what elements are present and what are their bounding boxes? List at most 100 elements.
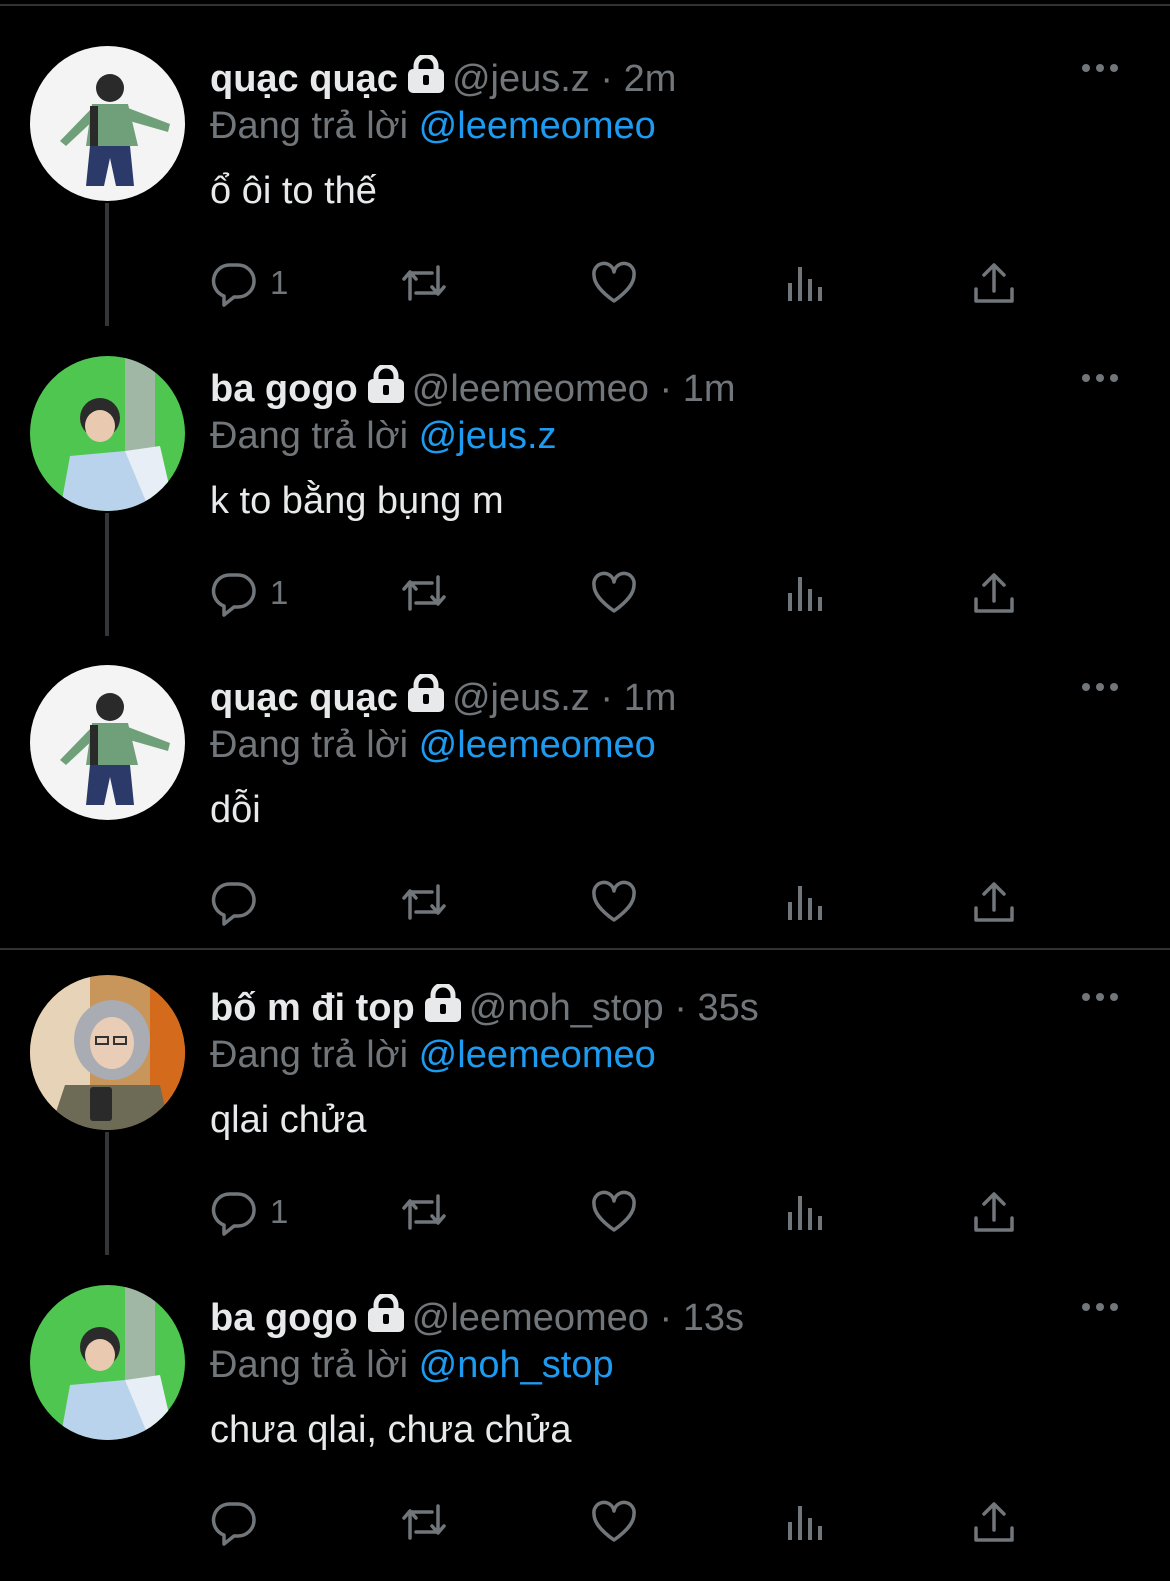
tweet-text: chưa qlai, chưa chửa <box>210 1409 572 1451</box>
handle[interactable]: @jeus.z <box>452 677 590 719</box>
retweet-button[interactable] <box>400 258 448 308</box>
tweet-text: ổ ôi to thế <box>210 170 377 212</box>
more-icon[interactable] <box>1080 987 1120 1007</box>
views-button[interactable] <box>782 877 830 927</box>
timestamp[interactable]: 1m <box>683 368 736 410</box>
display-name[interactable]: quạc quạc <box>210 677 398 719</box>
views-icon <box>788 886 822 920</box>
share-icon <box>974 263 1014 303</box>
lock-icon <box>367 365 404 403</box>
replying-to-label: Đang trả lời <box>210 105 409 147</box>
retweet-icon <box>402 265 446 301</box>
timestamp[interactable]: 35s <box>697 987 758 1029</box>
replying-to-handle[interactable]: @leemeomeo <box>419 1034 656 1076</box>
views-icon <box>788 1196 822 1230</box>
replying-to-handle[interactable]: @leemeomeo <box>419 724 656 766</box>
handle[interactable]: @leemeomeo <box>412 368 649 410</box>
retweet-icon <box>402 884 446 920</box>
avatar[interactable] <box>30 356 185 511</box>
reply-count: 1 <box>270 1193 289 1230</box>
retweet-icon <box>402 1504 446 1540</box>
display-name[interactable]: ba gogo <box>210 1297 358 1339</box>
tweet-text: k to bằng bụng m <box>210 480 504 522</box>
display-name[interactable]: quạc quạc <box>210 58 398 100</box>
like-icon <box>592 880 636 922</box>
share-button[interactable] <box>970 1187 1018 1237</box>
lock-icon <box>407 55 444 93</box>
retweet-button[interactable] <box>400 568 448 618</box>
replying-to: Đang trả lời @leemeomeo <box>210 1032 656 1078</box>
timestamp[interactable]: 13s <box>683 1297 744 1339</box>
reply-button[interactable] <box>210 1497 270 1547</box>
reply-icon <box>211 263 256 307</box>
retweet-button[interactable] <box>400 877 448 927</box>
share-button[interactable] <box>970 568 1018 618</box>
tweet[interactable]: bố m đi top @noh_stop · 35s Đang trả lời … <box>0 929 1170 1255</box>
reply-count: 1 <box>270 574 289 611</box>
avatar[interactable] <box>30 46 185 201</box>
timestamp[interactable]: 1m <box>624 677 677 719</box>
share-icon <box>974 1502 1014 1542</box>
lock-icon <box>367 1294 404 1332</box>
share-icon <box>974 1192 1014 1232</box>
like-button[interactable] <box>590 258 638 308</box>
tweet[interactable]: quạc quạc @jeus.z · 2m Đang trả lời @leem… <box>0 0 1170 326</box>
reply-icon <box>211 1192 256 1236</box>
reply-button[interactable]: 1 <box>210 568 288 618</box>
views-button[interactable] <box>782 568 830 618</box>
reply-button[interactable] <box>210 877 270 927</box>
timestamp[interactable]: 2m <box>624 58 677 100</box>
tweet-text: dỗi <box>210 789 261 831</box>
tweet-header: ba gogo @leemeomeo · 1m <box>210 365 735 411</box>
thread-line <box>105 203 109 326</box>
replying-to-handle[interactable]: @noh_stop <box>419 1344 614 1386</box>
tweet-header: quạc quạc @jeus.z · 1m <box>210 674 676 720</box>
reply-button[interactable]: 1 <box>210 1187 288 1237</box>
retweet-button[interactable] <box>400 1497 448 1547</box>
like-button[interactable] <box>590 877 638 927</box>
share-button[interactable] <box>970 258 1018 308</box>
replying-to-label: Đang trả lời <box>210 724 409 766</box>
like-button[interactable] <box>590 1187 638 1237</box>
display-name[interactable]: bố m đi top <box>210 987 415 1029</box>
tweet[interactable]: ba gogo @leemeomeo · 1m Đang trả lời @jeu… <box>0 310 1170 636</box>
more-icon[interactable] <box>1080 58 1120 78</box>
separator-dot: · <box>659 368 673 410</box>
retweet-icon <box>402 1194 446 1230</box>
display-name[interactable]: ba gogo <box>210 368 358 410</box>
replying-to-handle[interactable]: @leemeomeo <box>419 105 656 147</box>
avatar[interactable] <box>30 665 185 820</box>
tweet-text: qlai chửa <box>210 1099 367 1141</box>
avatar[interactable] <box>30 1285 185 1440</box>
share-button[interactable] <box>970 877 1018 927</box>
retweet-button[interactable] <box>400 1187 448 1237</box>
views-button[interactable] <box>782 1187 830 1237</box>
lock-icon <box>407 674 444 712</box>
handle[interactable]: @noh_stop <box>469 987 664 1029</box>
replying-to: Đang trả lời @jeus.z <box>210 413 557 459</box>
like-icon <box>592 1500 636 1542</box>
reply-count: 1 <box>270 264 289 301</box>
like-button[interactable] <box>590 568 638 618</box>
tweet[interactable]: ba gogo @leemeomeo · 13s Đang trả lời @no… <box>0 1239 1170 1549</box>
handle[interactable]: @jeus.z <box>452 58 590 100</box>
reply-icon <box>211 882 256 926</box>
more-icon[interactable] <box>1080 1297 1120 1317</box>
share-button[interactable] <box>970 1497 1018 1547</box>
reply-button[interactable]: 1 <box>210 258 288 308</box>
replying-to-handle[interactable]: @jeus.z <box>419 415 557 457</box>
views-button[interactable] <box>782 258 830 308</box>
tweet[interactable]: quạc quạc @jeus.z · 1m Đang trả lời @leem… <box>0 619 1170 929</box>
views-button[interactable] <box>782 1497 830 1547</box>
more-icon[interactable] <box>1080 368 1120 388</box>
handle[interactable]: @leemeomeo <box>412 1297 649 1339</box>
like-icon <box>592 1190 636 1232</box>
more-icon[interactable] <box>1080 677 1120 697</box>
separator-dot: · <box>600 677 614 719</box>
avatar[interactable] <box>30 975 185 1130</box>
like-button[interactable] <box>590 1497 638 1547</box>
replying-to: Đang trả lời @leemeomeo <box>210 103 656 149</box>
thread-line <box>105 1132 109 1255</box>
replying-to-label: Đang trả lời <box>210 1034 409 1076</box>
replying-to-label: Đang trả lời <box>210 415 409 457</box>
